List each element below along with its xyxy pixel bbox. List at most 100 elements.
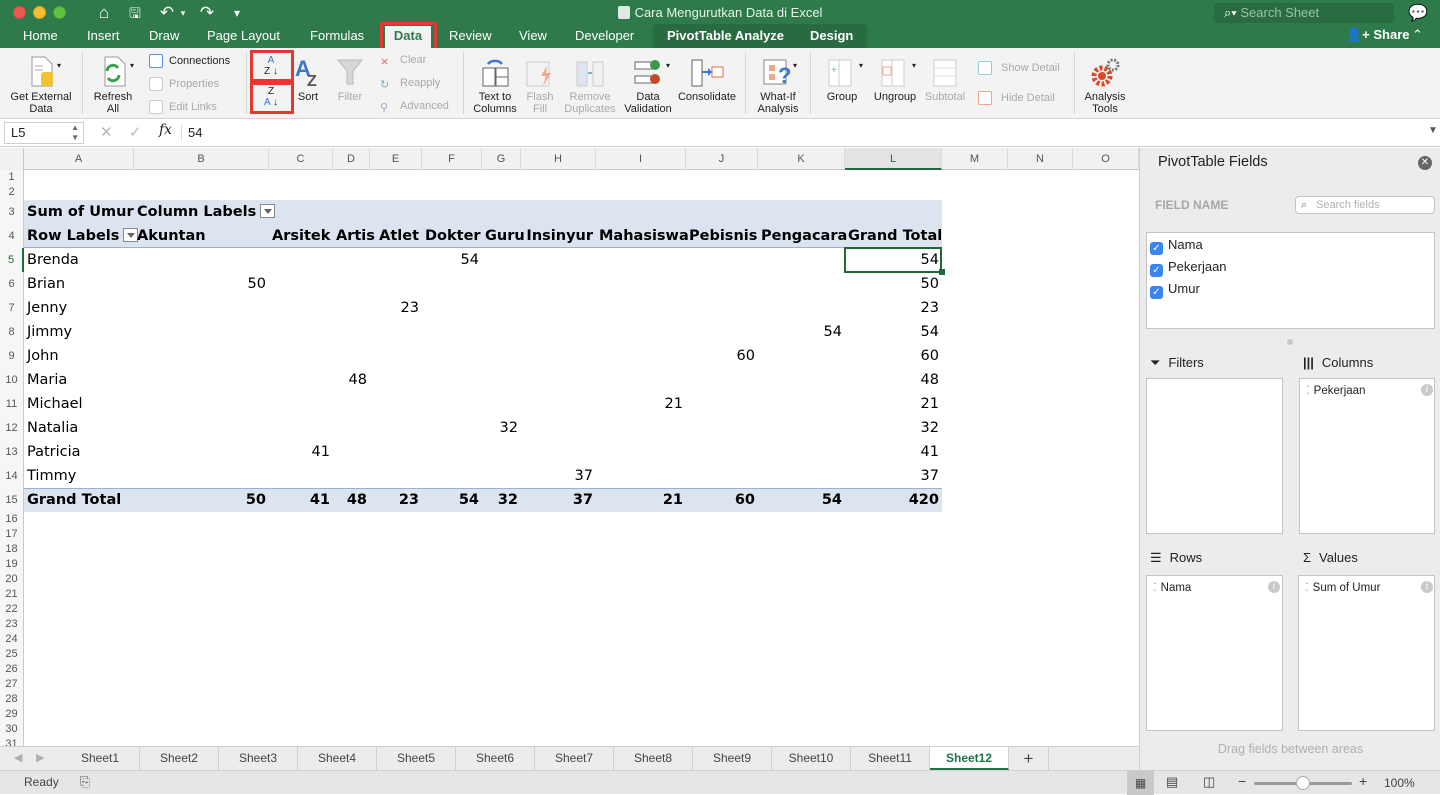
row-header-5[interactable]: 5 bbox=[0, 248, 24, 272]
consolidate-button[interactable]: Consolidate bbox=[676, 56, 738, 103]
insert-function-icon[interactable]: fx bbox=[159, 122, 172, 138]
chevron-down-icon[interactable]: ▾ bbox=[55, 60, 63, 72]
pivot-value-cell[interactable]: 54 bbox=[425, 248, 479, 272]
pivot-column-header[interactable]: Mahasiswa bbox=[599, 224, 689, 248]
tab-pivottable-analyze[interactable]: PivotTable Analyze bbox=[659, 26, 792, 48]
pivot-row-label[interactable]: Jenny bbox=[27, 296, 131, 320]
properties-button[interactable]: Properties bbox=[149, 75, 219, 93]
next-sheet-icon[interactable]: ▶ bbox=[36, 751, 44, 764]
pivot-column-header[interactable]: Insinyur bbox=[524, 224, 593, 248]
row-header-20[interactable]: 20 bbox=[0, 572, 24, 587]
subtotal-button[interactable]: Subtotal bbox=[922, 56, 968, 103]
row-header-19[interactable]: 19 bbox=[0, 557, 24, 572]
pivot-column-header[interactable]: Akuntan bbox=[137, 224, 266, 248]
row-header-13[interactable]: 13 bbox=[0, 440, 24, 464]
clear-button[interactable]: ⨯ Clear bbox=[380, 51, 426, 69]
panel-resize-handle[interactable] bbox=[1287, 339, 1293, 345]
sheet-tab-sheet8[interactable]: Sheet8 bbox=[614, 747, 693, 770]
tab-home[interactable]: Home bbox=[15, 26, 66, 48]
undo-icon[interactable]: ↶ bbox=[156, 3, 178, 23]
pivot-value-cell[interactable]: 21 bbox=[599, 392, 683, 416]
page-layout-view-icon[interactable]: ▤ bbox=[1166, 774, 1178, 790]
row-header-7[interactable]: 7 bbox=[0, 296, 24, 320]
zoom-in-button[interactable]: + bbox=[1359, 773, 1367, 789]
row-header-8[interactable]: 8 bbox=[0, 320, 24, 344]
row-header-14[interactable]: 14 bbox=[0, 464, 24, 488]
row-header-31[interactable]: 31 bbox=[0, 737, 24, 746]
tab-view[interactable]: View bbox=[511, 26, 555, 48]
row-header-24[interactable]: 24 bbox=[0, 632, 24, 647]
pivot-value-cell[interactable]: 60 bbox=[848, 344, 939, 368]
pivot-value-cell[interactable]: 37 bbox=[848, 464, 939, 488]
sheet-tab-sheet3[interactable]: Sheet3 bbox=[219, 747, 298, 770]
collapse-ribbon-icon[interactable]: ⌃ bbox=[1412, 27, 1423, 43]
pivot-column-labels[interactable]: Column Labels bbox=[137, 200, 330, 224]
values-drop-area[interactable]: ⁚ Sum of Umur i bbox=[1298, 575, 1435, 731]
search-sheet-input[interactable]: ⌕▾ Search Sheet bbox=[1214, 3, 1394, 23]
pivot-value-label[interactable]: Sum of Umur bbox=[27, 200, 134, 224]
columns-drop-area[interactable]: ⁚ Pekerjaan i bbox=[1299, 378, 1435, 534]
column-header-f[interactable]: F bbox=[422, 148, 482, 170]
page-break-view-icon[interactable]: ◫ bbox=[1203, 774, 1215, 790]
pivot-row-label[interactable]: Michael bbox=[27, 392, 131, 416]
comments-icon[interactable]: 💬 bbox=[1408, 3, 1428, 23]
undo-dropdown-icon[interactable]: ▾ bbox=[178, 3, 188, 23]
sheet-tab-sheet1[interactable]: Sheet1 bbox=[61, 747, 140, 770]
zoom-level[interactable]: 100% bbox=[1384, 776, 1415, 790]
column-header-k[interactable]: K bbox=[758, 148, 845, 170]
grand-total-cell[interactable]: 54 bbox=[761, 488, 842, 512]
pivot-column-header[interactable]: Artis bbox=[336, 224, 375, 248]
reapply-button[interactable]: ↻ Reapply bbox=[380, 74, 440, 92]
pivot-value-cell[interactable]: 21 bbox=[848, 392, 939, 416]
pivot-value-cell[interactable]: 37 bbox=[524, 464, 593, 488]
row-header-30[interactable]: 30 bbox=[0, 722, 24, 737]
column-header-g[interactable]: G bbox=[482, 148, 521, 170]
tab-draw[interactable]: Draw bbox=[141, 26, 187, 48]
pivot-value-cell[interactable]: 54 bbox=[848, 320, 939, 344]
field-item-umur[interactable]: ✓ Umur bbox=[1150, 281, 1200, 299]
column-header-m[interactable]: M bbox=[942, 148, 1008, 170]
column-labels-filter-dropdown[interactable] bbox=[260, 204, 276, 218]
text-to-columns-button[interactable]: Text to Columns bbox=[470, 56, 520, 115]
expand-formula-bar-icon[interactable]: ▼ bbox=[1428, 125, 1438, 136]
row-header-27[interactable]: 27 bbox=[0, 677, 24, 692]
drag-handle-icon[interactable]: ⁚ bbox=[1305, 582, 1309, 594]
spreadsheet-grid[interactable]: ABCDEFGHIJKLMNO 1 2 3 4 5 6 7 8 9 10 11 12 13 14 15 16 1… bbox=[0, 148, 1139, 746]
row-header-16[interactable]: 16 bbox=[0, 512, 24, 527]
sort-button[interactable]: AZ Sort bbox=[294, 56, 322, 103]
column-header-d[interactable]: D bbox=[333, 148, 370, 170]
column-header-a[interactable]: A bbox=[24, 148, 134, 170]
drag-handle-icon[interactable]: ⁚ bbox=[1153, 582, 1157, 594]
checkbox-checked-icon[interactable]: ✓ bbox=[1150, 242, 1163, 255]
field-info-icon[interactable]: i bbox=[1268, 581, 1280, 593]
drag-handle-icon[interactable]: ⁚ bbox=[1306, 385, 1310, 397]
flash-fill-button[interactable]: Flash Fill bbox=[522, 56, 558, 115]
pivot-column-header[interactable]: Pengacara bbox=[761, 224, 847, 248]
pivot-value-cell[interactable]: 54 bbox=[761, 320, 842, 344]
sheet-tab-sheet12[interactable]: Sheet12 bbox=[930, 747, 1009, 770]
field-info-icon[interactable]: i bbox=[1421, 581, 1433, 593]
row-header-10[interactable]: 10 bbox=[0, 368, 24, 392]
field-item-nama[interactable]: ✓ Nama bbox=[1150, 237, 1203, 255]
column-header-j[interactable]: J bbox=[686, 148, 758, 170]
sheet-tab-sheet2[interactable]: Sheet2 bbox=[140, 747, 219, 770]
field-info-icon[interactable]: i bbox=[1421, 384, 1433, 396]
close-panel-icon[interactable]: ✕ bbox=[1418, 156, 1432, 170]
sheet-tab-sheet11[interactable]: Sheet11 bbox=[851, 747, 930, 770]
tab-page-layout[interactable]: Page Layout bbox=[199, 26, 288, 48]
chevron-down-icon[interactable]: ▾ bbox=[791, 60, 799, 72]
get-external-data-button[interactable]: Get External Data bbox=[4, 56, 78, 115]
row-header-17[interactable]: 17 bbox=[0, 527, 24, 542]
pivot-column-header[interactable]: Atlet bbox=[373, 224, 419, 248]
pivot-value-cell[interactable]: 32 bbox=[485, 416, 518, 440]
row-header-21[interactable]: 21 bbox=[0, 587, 24, 602]
connections-button[interactable]: Connections bbox=[149, 52, 230, 70]
name-box-stepper[interactable]: ▲ ▼ bbox=[71, 123, 79, 143]
pivot-value-cell[interactable]: 60 bbox=[689, 344, 755, 368]
fill-handle[interactable] bbox=[939, 269, 945, 275]
sheet-tab-sheet7[interactable]: Sheet7 bbox=[535, 747, 614, 770]
column-header-h[interactable]: H bbox=[521, 148, 596, 170]
row-header-26[interactable]: 26 bbox=[0, 662, 24, 677]
grand-total-cell[interactable]: 60 bbox=[689, 488, 755, 512]
pivot-column-header[interactable]: Arsitek bbox=[272, 224, 330, 248]
